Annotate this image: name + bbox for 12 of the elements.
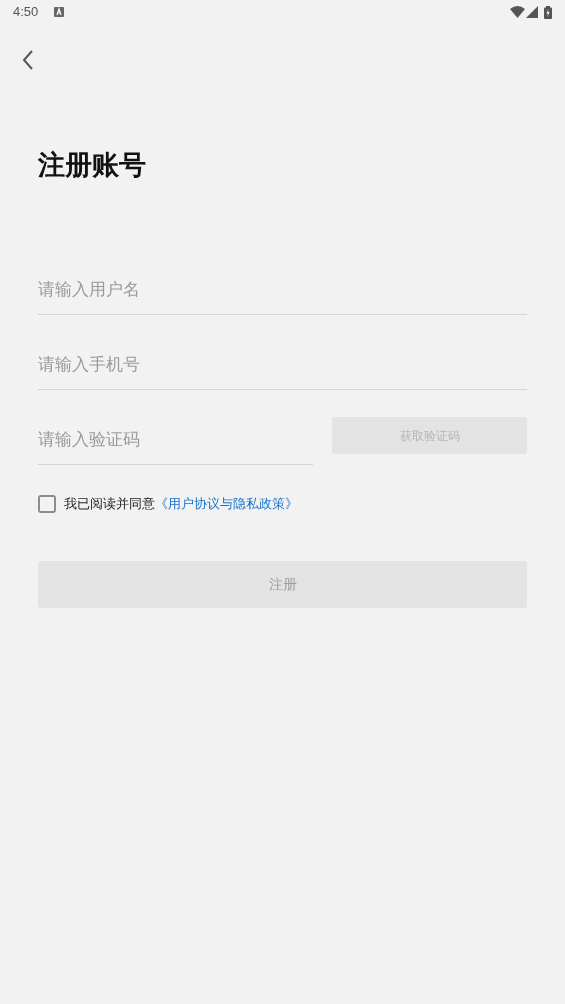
battery-icon bbox=[544, 5, 552, 19]
input-field[interactable]: 请输入手机号 bbox=[38, 341, 527, 390]
agreement-text: 我已阅读并同意 bbox=[64, 495, 155, 513]
keyboard-icon bbox=[54, 7, 65, 17]
input-field[interactable]: 请输入验证码 bbox=[38, 416, 313, 465]
wifi-icon bbox=[510, 6, 525, 18]
status-time: 4:50 bbox=[13, 3, 39, 22]
page-title: 注册账号 bbox=[38, 149, 147, 182]
agreement-link[interactable]: 《用户协议与隐私政策》 bbox=[155, 494, 298, 514]
agreement-checkbox[interactable] bbox=[38, 494, 56, 513]
signal-icon bbox=[526, 6, 538, 18]
input-field[interactable]: 请输入用户名 bbox=[38, 266, 527, 315]
